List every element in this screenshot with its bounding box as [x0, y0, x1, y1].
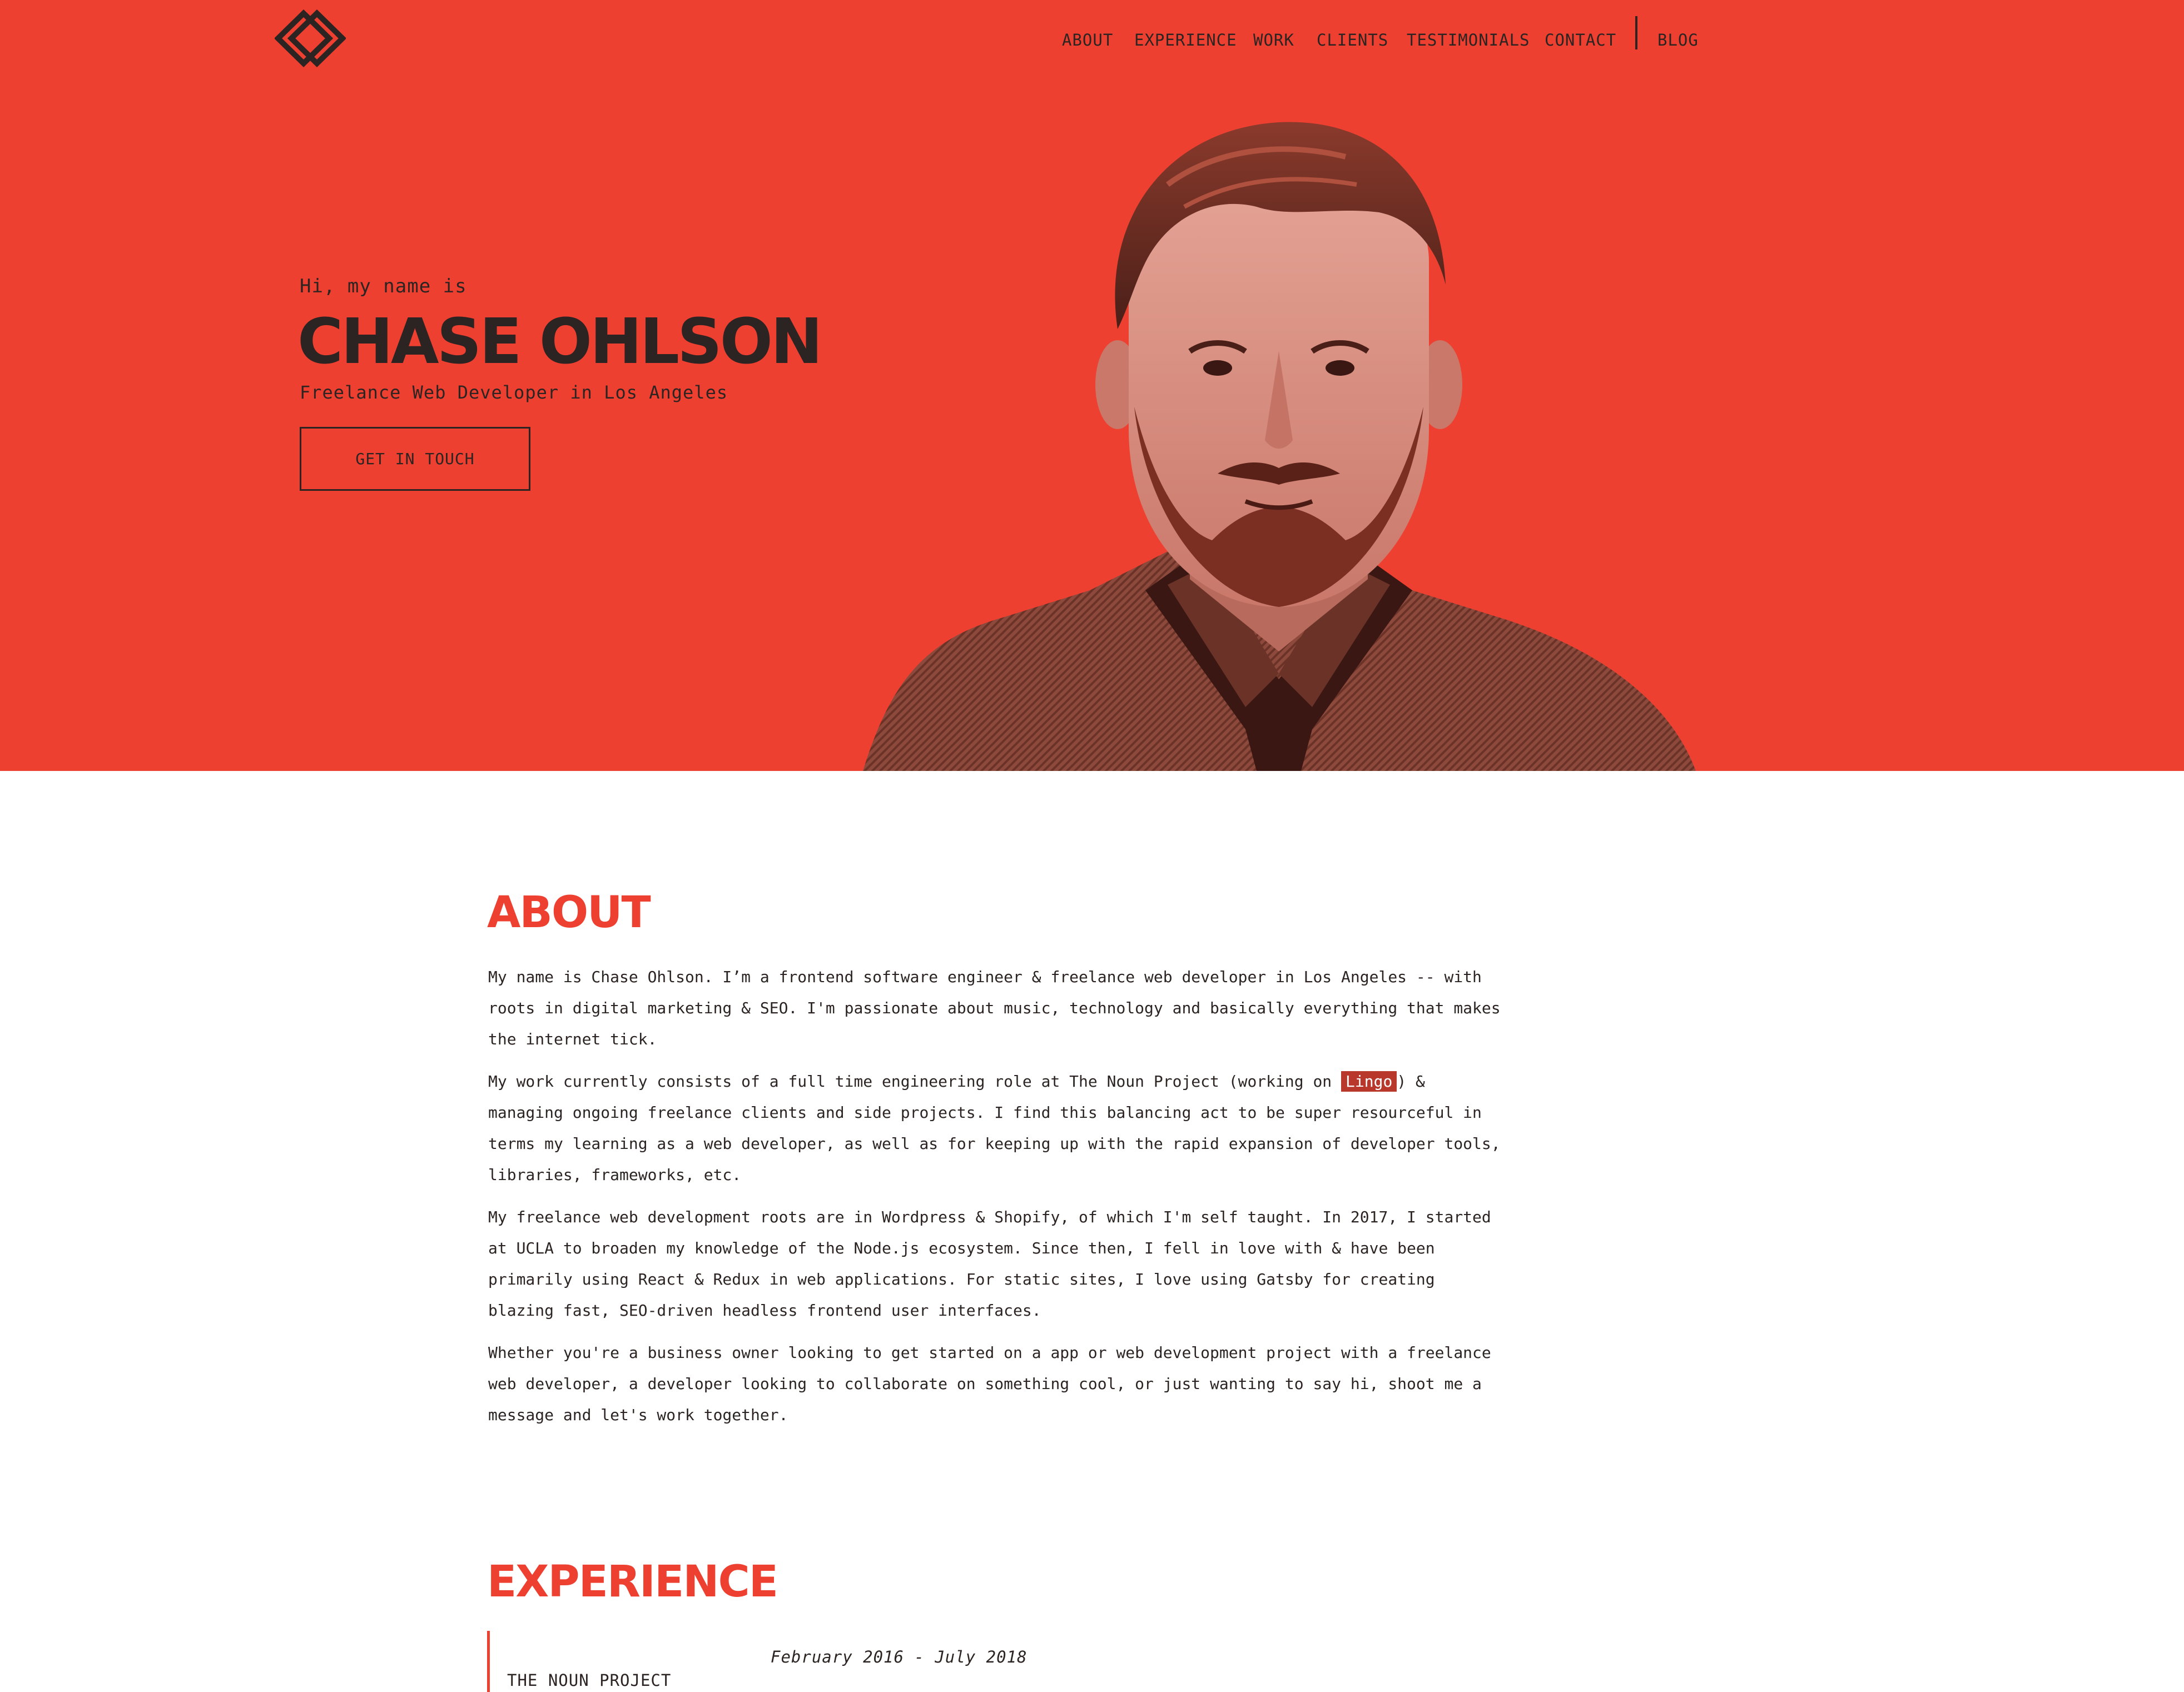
- nav-item-clients[interactable]: CLIENTS: [1317, 29, 1388, 51]
- about-body: My name is Chase Ohlson. I’m a frontend …: [488, 962, 1506, 1442]
- nav-item-work[interactable]: WORK: [1253, 29, 1294, 51]
- about-paragraph-2-text: My work currently consists of a full tim…: [488, 1072, 1342, 1091]
- hero-greeting: Hi, my name is: [300, 275, 467, 297]
- experience-heading: EXPERIENCE: [487, 1557, 778, 1607]
- hero-subtitle: Freelance Web Developer in Los Angeles: [300, 382, 728, 403]
- about-paragraph-3: My freelance web development roots are i…: [488, 1208, 1491, 1320]
- experience-company[interactable]: THE NOUN PROJECT: [507, 1671, 671, 1690]
- about-heading: ABOUT: [487, 888, 651, 938]
- nav-item-about[interactable]: ABOUT: [1062, 29, 1113, 51]
- logo-icon[interactable]: [275, 8, 346, 69]
- lingo-link[interactable]: Lingo: [1341, 1071, 1397, 1092]
- portrait-image: [863, 122, 1696, 771]
- nav-item-contact[interactable]: CONTACT: [1545, 29, 1616, 51]
- experience-dates: February 2016 - July 2018: [771, 1648, 1028, 1666]
- nav-item-blog[interactable]: BLOG: [1657, 29, 1699, 51]
- about-paragraph-1: My name is Chase Ohlson. I’m a frontend …: [488, 968, 1501, 1048]
- experience-timeline-bar: [487, 1631, 490, 1692]
- nav-item-testimonials[interactable]: TESTIMONIALS: [1407, 29, 1530, 51]
- hero-name: CHASE OHLSON: [297, 306, 823, 378]
- hero-section: ABOUT EXPERIENCE WORK CLIENTS TESTIMONIA…: [0, 0, 2184, 771]
- nav-divider: [1635, 16, 1637, 49]
- nav-item-experience[interactable]: EXPERIENCE: [1134, 29, 1237, 51]
- about-paragraph-4: Whether you're a business owner looking …: [488, 1343, 1491, 1424]
- get-in-touch-button[interactable]: GET IN TOUCH: [300, 427, 530, 491]
- about-paragraph-2: My work currently consists of a full tim…: [488, 1066, 1506, 1191]
